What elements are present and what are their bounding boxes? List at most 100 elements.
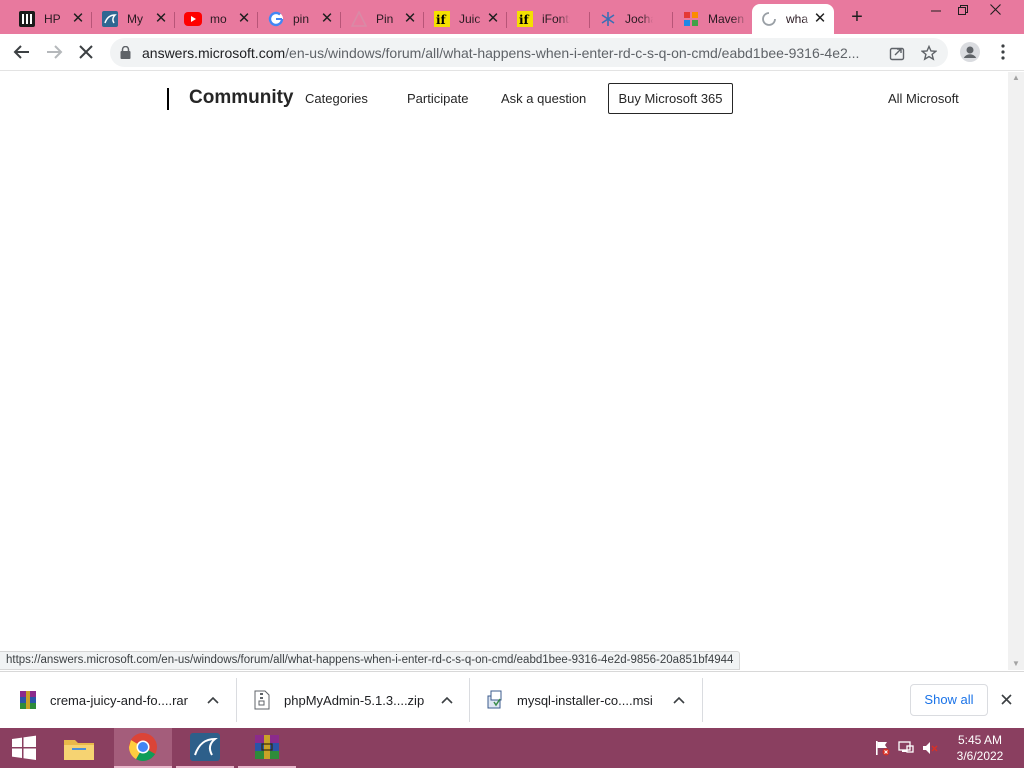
windows-taskbar: 5:45 AM 3/6/2022: [0, 728, 1024, 768]
download-separator: [236, 678, 237, 722]
zip-file-icon: [253, 690, 271, 710]
download-filename: mysql-installer-co....msi: [517, 692, 653, 708]
mysql-workbench-icon[interactable]: [176, 728, 234, 768]
flag-alert-icon[interactable]: [874, 740, 890, 756]
stop-loading-icon[interactable]: [74, 40, 98, 64]
close-shelf-icon[interactable]: [997, 690, 1015, 708]
tab-title: My: [127, 12, 143, 26]
nav-ask-a-question[interactable]: Ask a question: [501, 91, 586, 106]
minimize-icon[interactable]: [921, 2, 951, 20]
browser-tab[interactable]: if Juic ✕: [425, 4, 507, 34]
triangle-logo-icon: [350, 10, 368, 28]
close-tab-icon[interactable]: ✕: [319, 11, 335, 27]
scroll-up-arrow-icon[interactable]: ▲: [1008, 72, 1024, 84]
svg-text:if: if: [519, 13, 530, 27]
installer-package-icon: [486, 690, 504, 710]
lock-icon[interactable]: [120, 45, 131, 64]
chrome-taskbar-icon[interactable]: [114, 728, 172, 768]
url-text[interactable]: answers.microsoft.com/en-us/windows/foru…: [142, 45, 859, 61]
tab-title: iFonts -: [542, 12, 570, 26]
show-all-downloads-button[interactable]: Show all: [910, 684, 988, 716]
colorful-blocks-icon: [682, 10, 700, 28]
tab-separator: [423, 12, 424, 28]
tab-title: Maven: [708, 12, 745, 26]
ifonts-icon: if: [433, 10, 451, 28]
tab-separator: [257, 12, 258, 28]
ifonts-icon: if: [516, 10, 534, 28]
browser-tab[interactable]: Maven: [674, 4, 756, 34]
download-item[interactable]: crema-juicy-and-fo....rar: [19, 677, 231, 723]
windows-start-icon[interactable]: [0, 728, 48, 768]
close-tab-icon[interactable]: ✕: [70, 11, 86, 27]
clock-date: 3/6/2022: [956, 749, 1004, 763]
close-tab-icon[interactable]: ✕: [812, 11, 828, 27]
file-explorer-icon[interactable]: [50, 728, 108, 768]
download-filename: phpMyAdmin-5.1.3....zip: [284, 692, 425, 708]
download-item[interactable]: mysql-installer-co....msi: [486, 677, 698, 723]
downloads-shelf: crema-juicy-and-fo....rar phpMyAdmin-5.1…: [0, 671, 1024, 728]
nav-participate[interactable]: Participate: [407, 91, 468, 106]
back-arrow-icon[interactable]: [10, 40, 34, 64]
tab-separator: [340, 12, 341, 28]
restore-icon[interactable]: [948, 2, 978, 20]
address-bar[interactable]: answers.microsoft.com/en-us/windows/foru…: [110, 38, 948, 67]
forward-arrow-icon[interactable]: [42, 40, 66, 64]
snowflake-icon: [599, 10, 617, 28]
google-icon: [267, 10, 285, 28]
browser-tab[interactable]: mo ✕: [176, 4, 258, 34]
winrar-archive-icon: [19, 690, 37, 710]
share-icon[interactable]: [888, 44, 906, 62]
browser-tab[interactable]: Pin ✕: [342, 4, 424, 34]
bookmark-star-icon[interactable]: [920, 44, 938, 62]
chevron-up-icon[interactable]: [439, 692, 455, 708]
screen: HP ✕ My ✕ mo ✕ pin ✕ Pin ✕ if Juic ✕ if …: [0, 0, 1024, 768]
tab-title: Juic: [459, 12, 481, 26]
community-brand-link[interactable]: Community: [189, 87, 294, 109]
browser-tab[interactable]: My ✕: [93, 4, 175, 34]
tab-separator: [506, 12, 507, 28]
download-item[interactable]: phpMyAdmin-5.1.3....zip: [253, 677, 465, 723]
loading-spinner-icon: [760, 10, 778, 28]
buy-microsoft-365-button[interactable]: Buy Microsoft 365: [608, 83, 733, 114]
all-microsoft-menu[interactable]: All Microsoft: [888, 91, 959, 106]
new-tab-button[interactable]: +: [846, 6, 868, 28]
tab-separator: [91, 12, 92, 28]
winrar-taskbar-icon[interactable]: [238, 728, 296, 768]
url-path: /en-us/windows/forum/all/what-happens-wh…: [285, 45, 860, 61]
tab-title: pin: [293, 12, 310, 26]
browser-tab-active[interactable]: wha ✕: [752, 4, 834, 34]
scroll-down-arrow-icon[interactable]: ▼: [1008, 658, 1024, 670]
download-filename: crema-juicy-and-fo....rar: [50, 692, 188, 708]
browser-tab[interactable]: Jochan: [591, 4, 673, 34]
browser-tab[interactable]: HP ✕: [10, 4, 92, 34]
nav-categories[interactable]: Categories: [305, 91, 368, 106]
url-host: answers.microsoft.com: [142, 45, 286, 61]
chevron-up-icon[interactable]: [671, 692, 687, 708]
hp-site-icon: [18, 10, 36, 28]
status-bubble: https://answers.microsoft.com/en-us/wind…: [0, 651, 741, 670]
browser-toolbar: answers.microsoft.com/en-us/windows/foru…: [0, 34, 1024, 71]
tab-separator: [672, 12, 673, 28]
close-tab-icon[interactable]: ✕: [236, 11, 252, 27]
network-icon[interactable]: [898, 740, 914, 756]
tab-title: Jochan: [625, 12, 653, 26]
web-page: Community Categories Participate Ask a q…: [0, 72, 1008, 652]
system-clock[interactable]: 5:45 AM 3/6/2022: [950, 732, 1010, 764]
youtube-icon: [184, 10, 202, 28]
volume-muted-icon[interactable]: [922, 740, 938, 756]
close-tab-icon[interactable]: ✕: [153, 11, 169, 27]
kebab-menu-icon[interactable]: [991, 40, 1015, 64]
browser-tab[interactable]: pin ✕: [259, 4, 341, 34]
chevron-up-icon[interactable]: [205, 692, 221, 708]
profile-avatar-icon[interactable]: [958, 40, 982, 64]
close-tab-icon[interactable]: ✕: [485, 11, 501, 27]
close-window-icon[interactable]: [980, 2, 1010, 20]
svg-text:if: if: [436, 13, 447, 27]
tab-separator: [589, 12, 590, 28]
tab-title: Pin: [376, 12, 394, 26]
page-scrollbar[interactable]: ▲ ▼: [1008, 72, 1024, 670]
browser-tab[interactable]: if iFonts -: [508, 4, 590, 34]
tab-title: HP: [44, 12, 61, 26]
clock-time: 5:45 AM: [957, 733, 1003, 747]
close-tab-icon[interactable]: ✕: [402, 11, 418, 27]
